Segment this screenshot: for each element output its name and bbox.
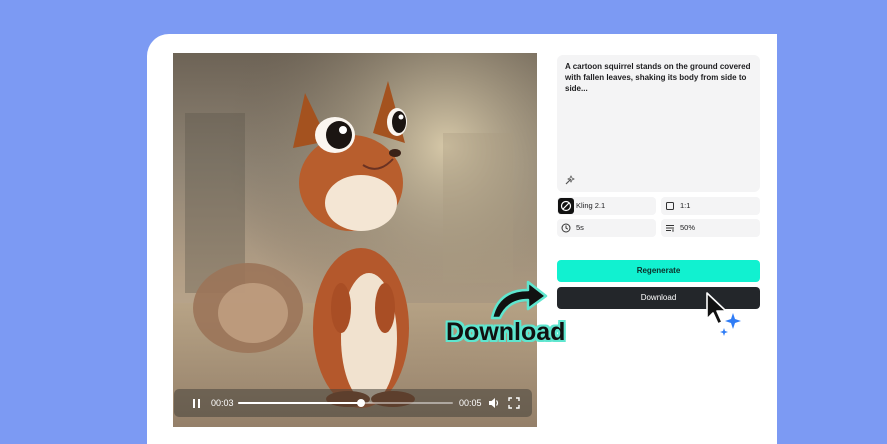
- aspect-ratio-selector[interactable]: 1:1: [661, 197, 760, 215]
- download-callout-label: Download: [446, 318, 566, 346]
- duration-selector[interactable]: 5s: [557, 219, 656, 237]
- strength-label: 50%: [680, 223, 696, 232]
- total-time: 00:05: [459, 398, 482, 408]
- model-selector[interactable]: Kling 2.1: [557, 197, 656, 215]
- square-icon: [666, 202, 674, 210]
- volume-icon[interactable]: [488, 397, 500, 409]
- pause-icon[interactable]: [193, 399, 201, 408]
- model-label: Kling 2.1: [576, 201, 606, 210]
- video-controls: 00:03 00:05: [174, 389, 532, 417]
- prompt-text: A cartoon squirrel stands on the ground …: [565, 62, 751, 93]
- clock-icon: [561, 223, 571, 233]
- cursor-sparkle-icon: [706, 292, 741, 336]
- sliders-icon: [666, 225, 674, 232]
- magic-wand-icon[interactable]: [562, 172, 578, 188]
- video-player[interactable]: [173, 53, 537, 427]
- curved-arrow-icon: [490, 280, 548, 320]
- progress-thumb[interactable]: [356, 399, 365, 407]
- kling-logo-icon: [558, 198, 574, 214]
- current-time: 00:03: [211, 398, 234, 408]
- progress-track[interactable]: [238, 399, 453, 407]
- progress-fill: [238, 402, 361, 404]
- aspect-ratio-label: 1:1: [680, 201, 691, 210]
- duration-label: 5s: [576, 223, 584, 232]
- squirrel-video-frame: [173, 53, 537, 427]
- strength-selector[interactable]: 50%: [661, 219, 760, 237]
- prompt-textarea[interactable]: A cartoon squirrel stands on the ground …: [557, 55, 760, 192]
- fullscreen-icon[interactable]: [508, 397, 520, 409]
- regenerate-button[interactable]: Regenerate: [557, 260, 760, 282]
